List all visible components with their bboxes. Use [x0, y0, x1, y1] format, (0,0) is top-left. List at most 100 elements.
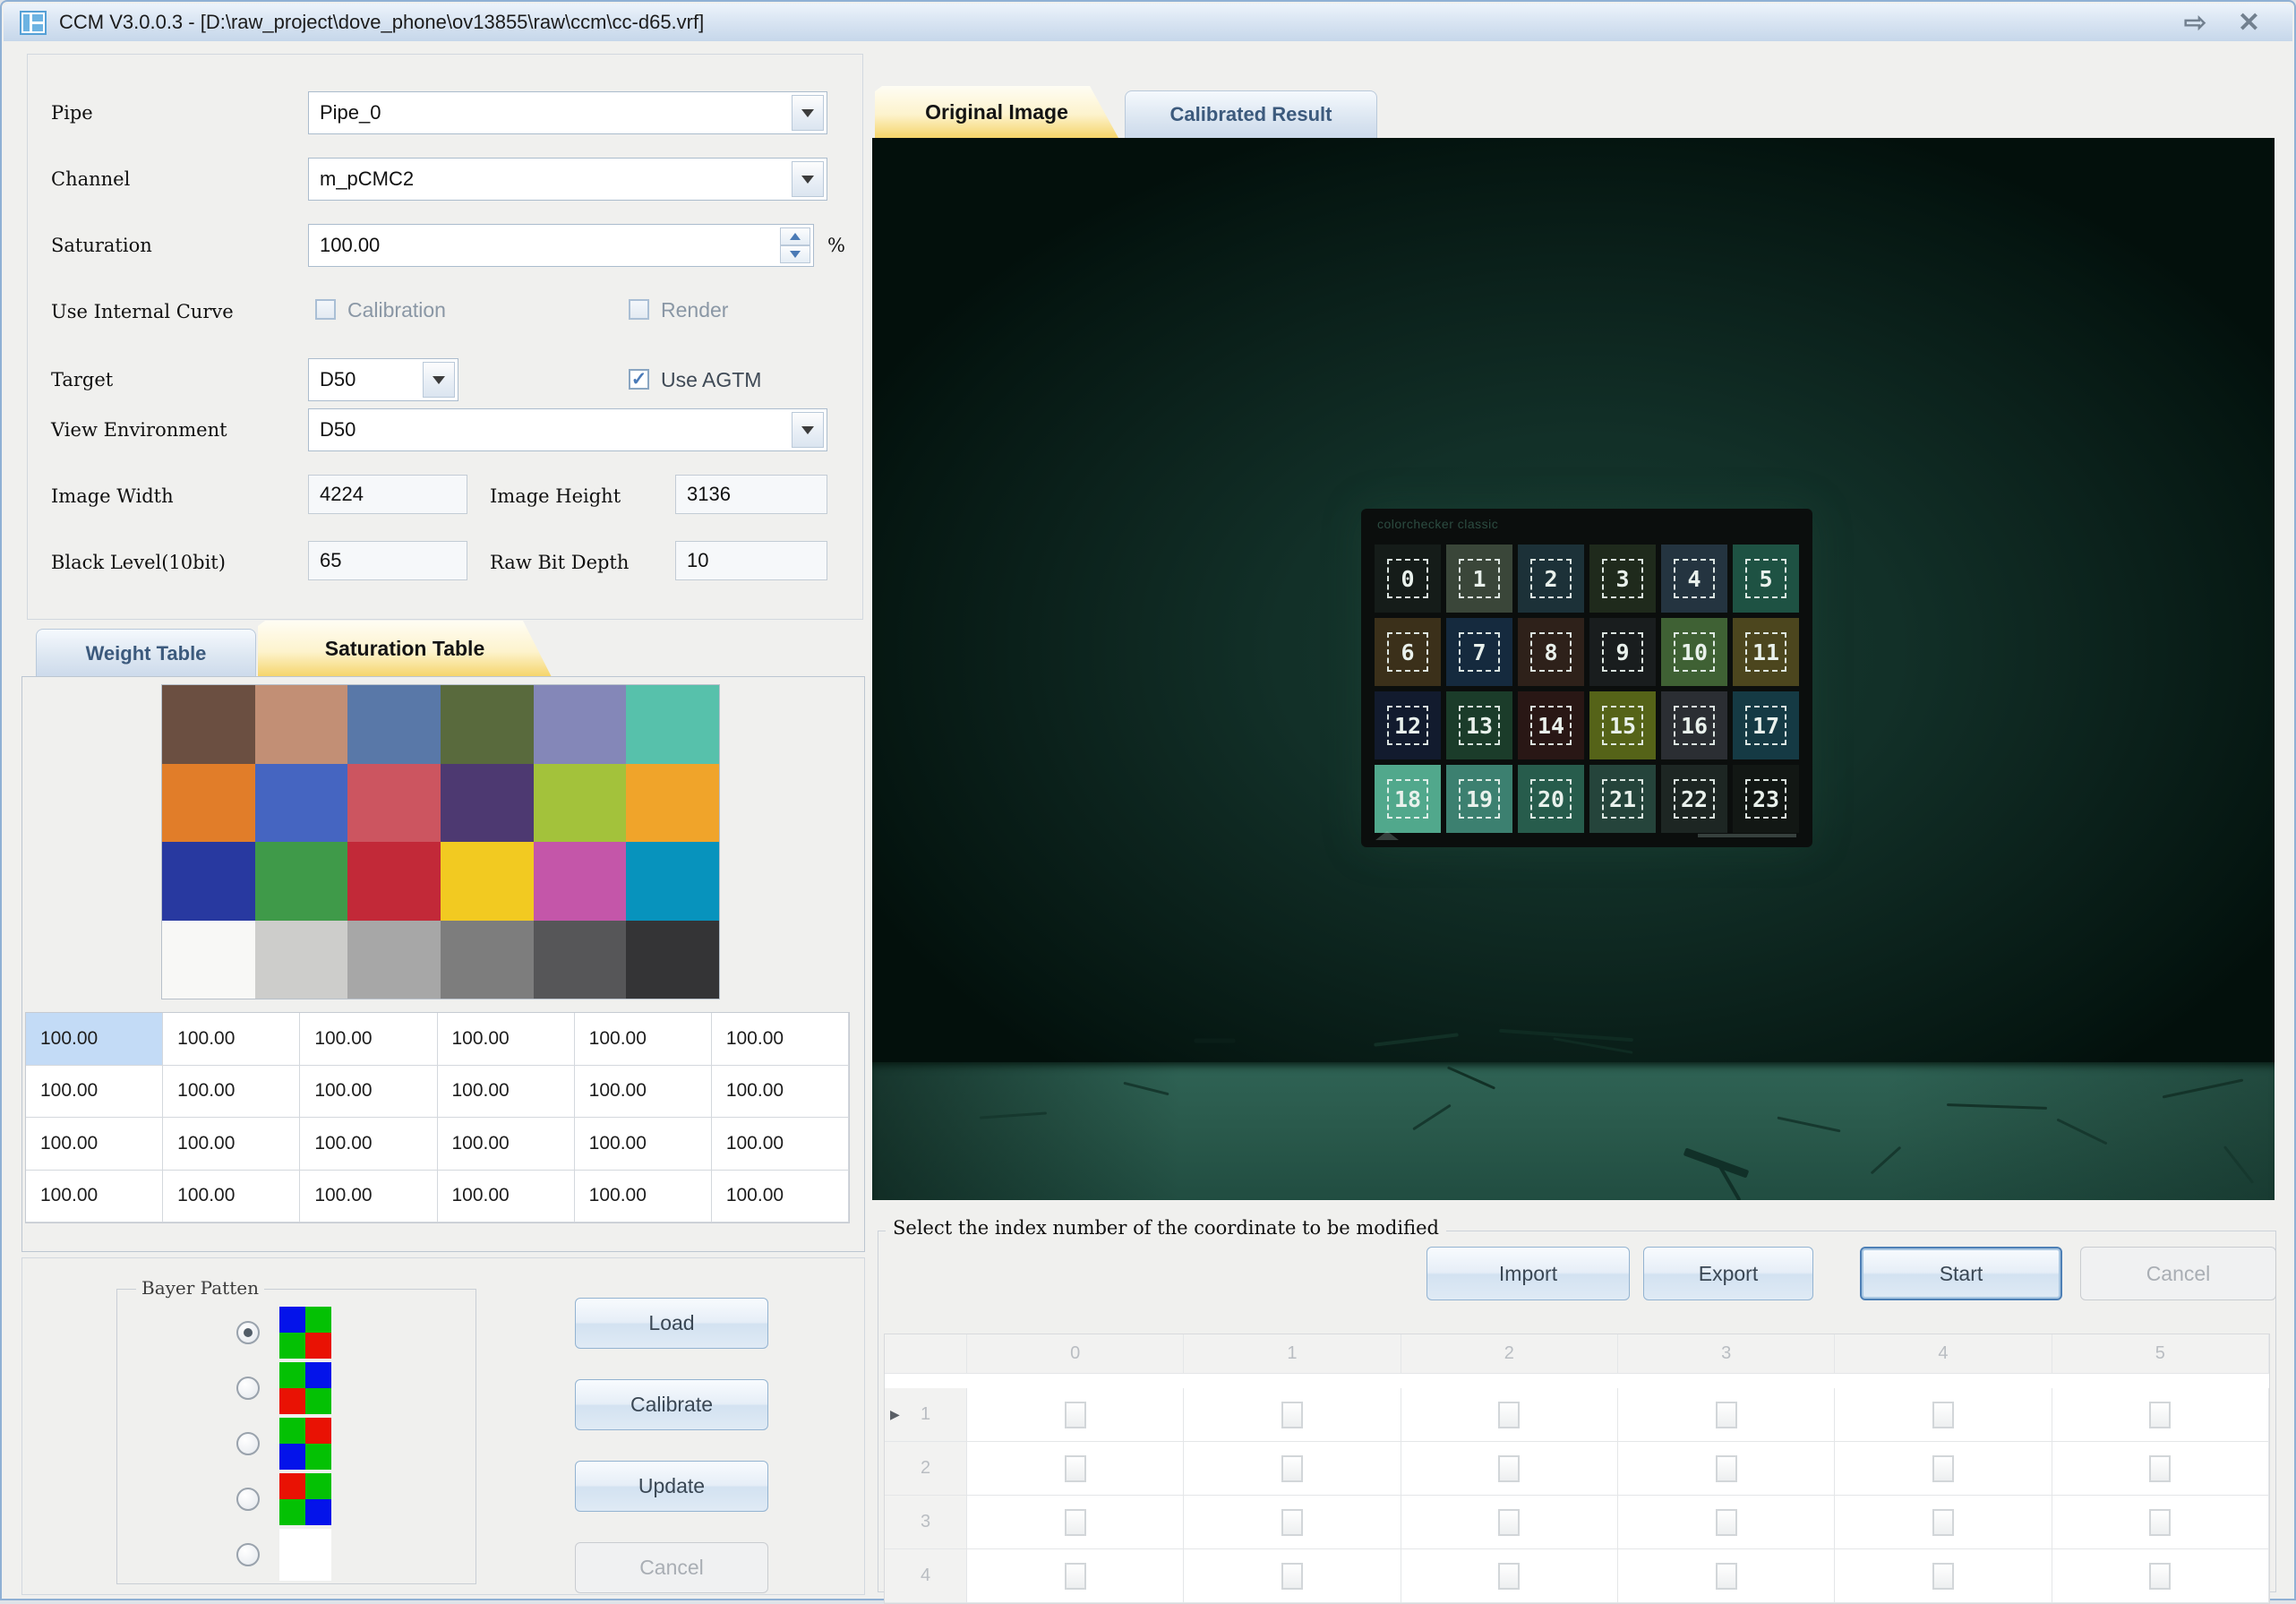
saturation-cell[interactable]: 100.00 — [438, 1118, 575, 1171]
image-color-patch[interactable]: 9 — [1589, 618, 1656, 686]
saturation-cell[interactable]: 100.00 — [575, 1013, 712, 1066]
image-color-patch[interactable]: 6 — [1375, 618, 1441, 686]
saturation-cell[interactable]: 100.00 — [575, 1171, 712, 1223]
pipe-select[interactable]: Pipe_0 — [308, 91, 827, 134]
image-color-patch[interactable]: 4 — [1661, 545, 1727, 613]
spin-up-icon[interactable] — [780, 227, 810, 245]
coordinate-checkbox[interactable] — [1716, 1402, 1737, 1428]
image-color-patch[interactable]: 18 — [1375, 765, 1441, 833]
coordinate-checkbox[interactable] — [1716, 1455, 1737, 1482]
coordinate-checkbox[interactable] — [1065, 1455, 1086, 1482]
saturation-cell[interactable]: 100.00 — [438, 1171, 575, 1223]
undock-icon[interactable]: ⇨ — [2184, 7, 2206, 39]
saturation-cell[interactable]: 100.00 — [438, 1066, 575, 1119]
coordinate-checkbox[interactable] — [2149, 1402, 2171, 1428]
image-color-patch[interactable]: 3 — [1589, 545, 1656, 613]
saturation-cell[interactable]: 100.00 — [712, 1171, 849, 1223]
bayer-radio[interactable] — [236, 1543, 260, 1566]
image-color-patch[interactable]: 11 — [1733, 618, 1799, 686]
spin-down-icon[interactable] — [780, 245, 810, 263]
saturation-cell[interactable]: 100.00 — [575, 1066, 712, 1119]
load-button[interactable]: Load — [575, 1298, 768, 1349]
coordinate-checkbox[interactable] — [1932, 1509, 1954, 1536]
bayer-radio[interactable] — [236, 1377, 260, 1400]
cancel-coordinate-button[interactable]: Cancel — [2080, 1247, 2276, 1300]
start-button[interactable]: Start — [1860, 1247, 2062, 1300]
image-color-patch[interactable]: 5 — [1733, 545, 1799, 613]
import-button[interactable]: Import — [1426, 1247, 1630, 1300]
image-color-patch[interactable]: 16 — [1661, 691, 1727, 759]
coordinate-checkbox[interactable] — [1498, 1455, 1520, 1482]
bayer-radio[interactable] — [236, 1432, 260, 1455]
coordinate-checkbox[interactable] — [1716, 1563, 1737, 1590]
view-environment-dropdown-arrow-icon[interactable] — [792, 412, 824, 448]
image-color-patch[interactable]: 22 — [1661, 765, 1727, 833]
saturation-cell[interactable]: 100.00 — [438, 1013, 575, 1066]
image-color-patch[interactable]: 1 — [1446, 545, 1512, 613]
coordinate-checkbox[interactable] — [1065, 1509, 1086, 1536]
coordinate-checkbox[interactable] — [1932, 1455, 1954, 1482]
image-color-patch[interactable]: 0 — [1375, 545, 1441, 613]
coordinate-checkbox[interactable] — [1065, 1402, 1086, 1428]
image-color-patch[interactable]: 17 — [1733, 691, 1799, 759]
coordinate-checkbox[interactable] — [1932, 1402, 1954, 1428]
image-color-patch[interactable]: 14 — [1518, 691, 1584, 759]
saturation-cell[interactable]: 100.00 — [712, 1013, 849, 1066]
coordinate-checkbox[interactable] — [1498, 1563, 1520, 1590]
saturation-cell[interactable]: 100.00 — [163, 1118, 300, 1171]
coordinate-checkbox[interactable] — [1932, 1563, 1954, 1590]
saturation-cell[interactable]: 100.00 — [712, 1066, 849, 1119]
render-checkbox[interactable] — [629, 299, 649, 320]
image-color-patch[interactable]: 21 — [1589, 765, 1656, 833]
export-button[interactable]: Export — [1643, 1247, 1813, 1300]
target-dropdown-arrow-icon[interactable] — [423, 362, 455, 398]
title-bar[interactable]: CCM V3.0.0.3 - [D:\raw_project\dove_phon… — [4, 4, 2292, 41]
image-color-patch[interactable]: 15 — [1589, 691, 1656, 759]
image-color-patch[interactable]: 19 — [1446, 765, 1512, 833]
channel-dropdown-arrow-icon[interactable] — [792, 161, 824, 197]
saturation-cell[interactable]: 100.00 — [575, 1118, 712, 1171]
image-color-patch[interactable]: 23 — [1733, 765, 1799, 833]
view-environment-select[interactable]: D50 — [308, 408, 827, 451]
tab-calibrated-result[interactable]: Calibrated Result — [1125, 90, 1377, 138]
saturation-cell[interactable]: 100.00 — [26, 1118, 163, 1171]
black-level-field[interactable]: 65 — [308, 541, 467, 580]
image-height-field[interactable]: 3136 — [675, 475, 827, 514]
coordinate-checkbox[interactable] — [1716, 1509, 1737, 1536]
image-color-patch[interactable]: 8 — [1518, 618, 1584, 686]
image-color-patch[interactable]: 10 — [1661, 618, 1727, 686]
saturation-cell[interactable]: 100.00 — [300, 1118, 437, 1171]
saturation-cell[interactable]: 100.00 — [300, 1013, 437, 1066]
image-color-patch[interactable]: 7 — [1446, 618, 1512, 686]
image-color-patch[interactable]: 2 — [1518, 545, 1584, 613]
image-color-patch[interactable]: 20 — [1518, 765, 1584, 833]
coordinate-checkbox[interactable] — [2149, 1455, 2171, 1482]
saturation-cell[interactable]: 100.00 — [163, 1171, 300, 1223]
calibrate-button[interactable]: Calibrate — [575, 1379, 768, 1430]
bayer-radio[interactable] — [236, 1321, 260, 1344]
saturation-input[interactable]: 100.00 — [308, 224, 814, 267]
original-image-view[interactable]: colorchecker classic 0123456789101112131… — [872, 138, 2275, 1200]
saturation-cell[interactable]: 100.00 — [300, 1171, 437, 1223]
cancel-button[interactable]: Cancel — [575, 1542, 768, 1593]
image-width-field[interactable]: 4224 — [308, 475, 467, 514]
image-color-patch[interactable]: 13 — [1446, 691, 1512, 759]
bayer-radio[interactable] — [236, 1488, 260, 1511]
coordinate-checkbox[interactable] — [1281, 1563, 1303, 1590]
saturation-cell[interactable]: 100.00 — [26, 1013, 163, 1066]
tab-saturation-table[interactable]: Saturation Table — [258, 621, 552, 677]
coordinate-checkbox[interactable] — [2149, 1563, 2171, 1590]
saturation-cell[interactable]: 100.00 — [300, 1066, 437, 1119]
saturation-cell[interactable]: 100.00 — [163, 1013, 300, 1066]
saturation-spinner[interactable] — [780, 227, 810, 263]
saturation-cell[interactable]: 100.00 — [163, 1066, 300, 1119]
coordinate-checkbox[interactable] — [2149, 1509, 2171, 1536]
tab-weight-table[interactable]: Weight Table — [36, 629, 256, 677]
coordinate-checkbox[interactable] — [1281, 1455, 1303, 1482]
update-button[interactable]: Update — [575, 1461, 768, 1512]
image-color-patch[interactable]: 12 — [1375, 691, 1441, 759]
calibration-checkbox[interactable] — [315, 299, 336, 320]
channel-select[interactable]: m_pCMC2 — [308, 158, 827, 201]
saturation-cell[interactable]: 100.00 — [26, 1171, 163, 1223]
raw-bit-depth-field[interactable]: 10 — [675, 541, 827, 580]
